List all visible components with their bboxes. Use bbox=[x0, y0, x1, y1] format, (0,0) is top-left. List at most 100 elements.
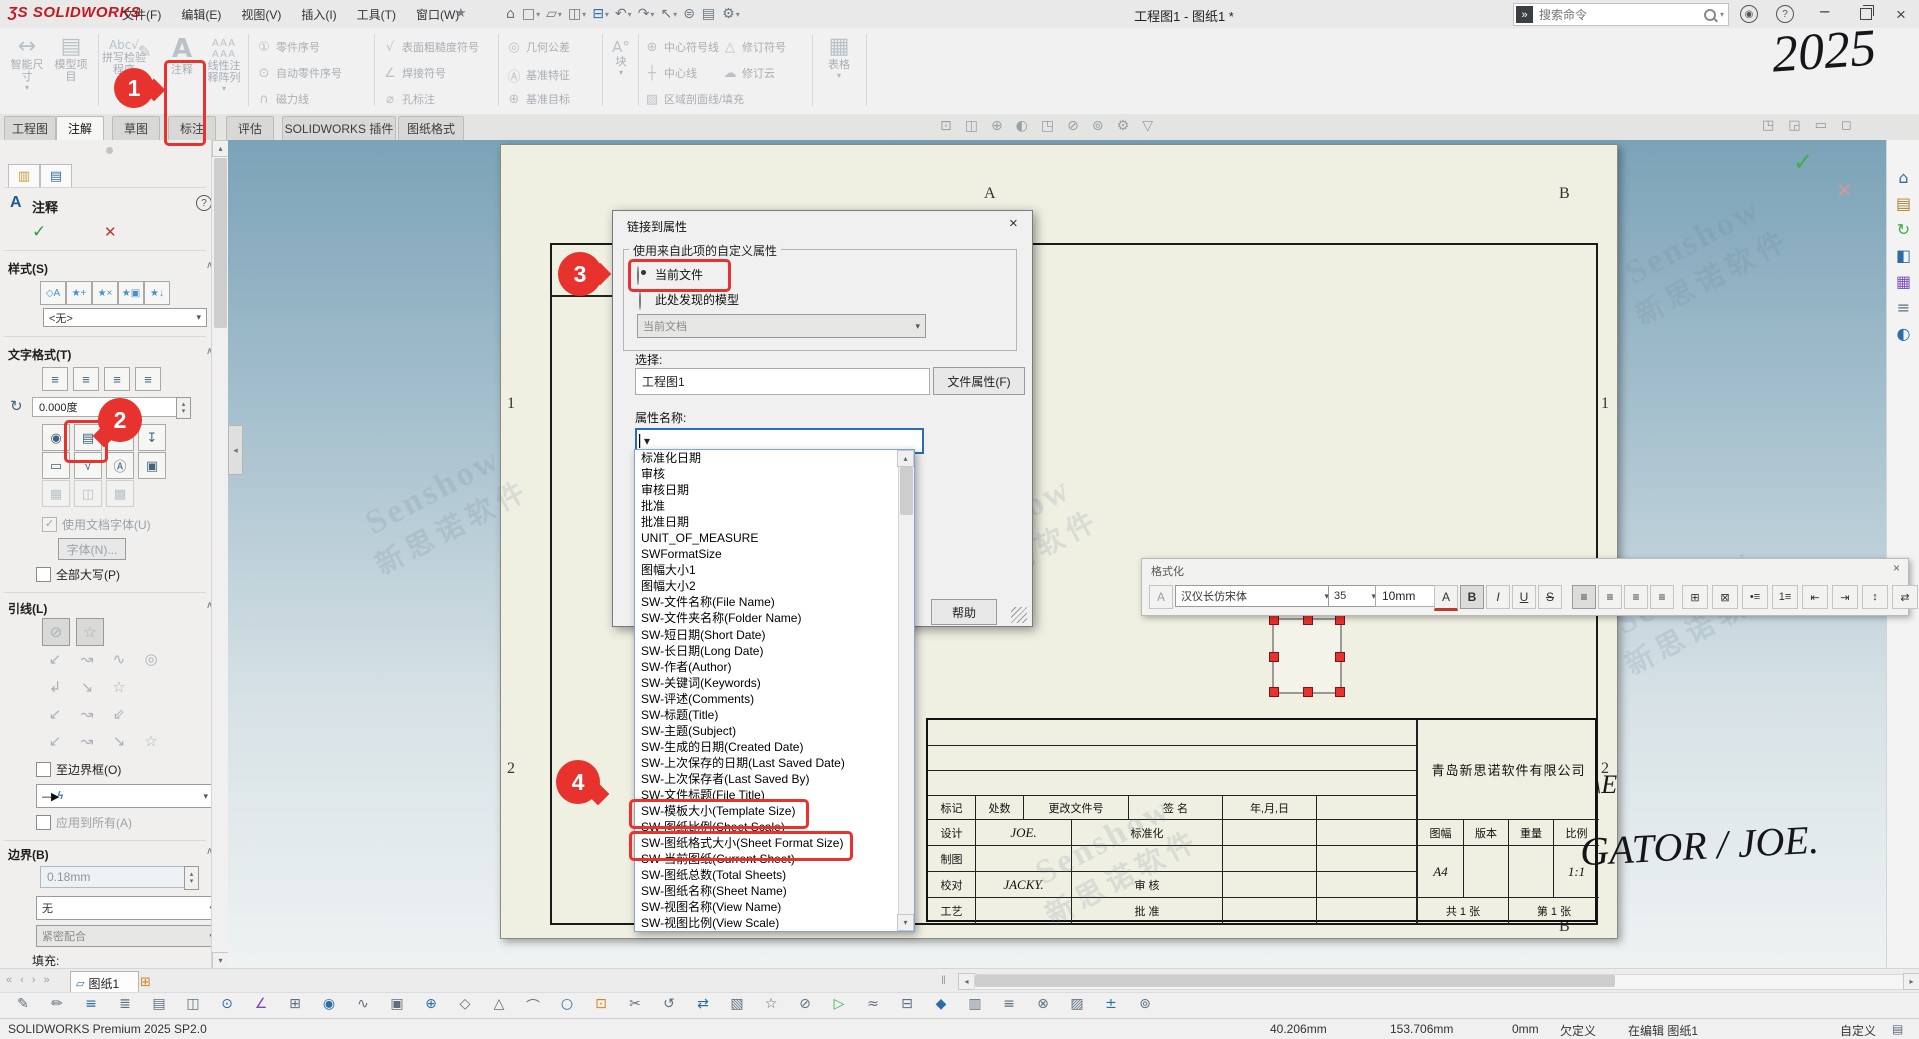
property-list-item[interactable]: SW-上次保存的日期(Last Saved Date) bbox=[635, 755, 899, 771]
font-button[interactable]: 字体(N)... bbox=[58, 538, 126, 560]
toolbar-icon[interactable]: ✏ bbox=[40, 996, 74, 1016]
property-list-item[interactable]: SW-图纸比例(Sheet Scale) bbox=[635, 819, 899, 835]
text-tool-button[interactable]: ↧ bbox=[138, 424, 166, 451]
dialog-close-icon[interactable]: × bbox=[1009, 215, 1018, 232]
toolbar-icon[interactable]: ± bbox=[1094, 996, 1128, 1016]
property-tab[interactable]: ▤ bbox=[40, 164, 72, 187]
toolbar-icon[interactable]: ⊗ bbox=[1026, 996, 1060, 1016]
view-tool-icon[interactable]: ◳ bbox=[1041, 119, 1054, 133]
quick-access-button[interactable]: ↖▾ bbox=[660, 6, 677, 22]
leader-button[interactable]: ⇙ bbox=[106, 705, 132, 723]
tab-annotation[interactable]: 注解 bbox=[56, 116, 104, 140]
leader-section-header[interactable]: 引线(L) bbox=[8, 600, 47, 617]
quick-access-button[interactable]: ↶▾ bbox=[615, 6, 632, 22]
task-pane-icon[interactable]: ⌂ bbox=[1898, 170, 1908, 186]
property-list-item[interactable]: SW-文件名称(File Name) bbox=[635, 594, 899, 610]
text-tool-button[interactable]: ◉ bbox=[42, 424, 70, 451]
property-list-item[interactable]: 标准化日期 bbox=[635, 450, 899, 466]
pm-scrollbar[interactable]: ▴ ▾ bbox=[211, 140, 229, 968]
paragraph-tool-button[interactable]: ⇥ bbox=[1832, 585, 1858, 609]
paragraph-tool-button[interactable]: ⊞ bbox=[1682, 585, 1708, 609]
leader-button[interactable]: ↙ bbox=[42, 705, 68, 723]
note-edit-box[interactable] bbox=[1272, 618, 1342, 694]
feature-tree-tab[interactable]: ▥ bbox=[8, 164, 40, 187]
scroll-up-icon[interactable]: ▴ bbox=[897, 450, 914, 467]
italic-button[interactable]: I bbox=[1486, 585, 1510, 609]
toolbar-icon[interactable]: ☆ bbox=[754, 996, 788, 1016]
leader-button[interactable]: ☆ bbox=[76, 618, 104, 646]
property-list-item[interactable]: SW-标题(Title) bbox=[635, 707, 899, 723]
property-list-item[interactable]: 审核 bbox=[635, 466, 899, 482]
horizontal-scrollbar[interactable] bbox=[974, 974, 1905, 990]
align-left-button[interactable]: ≡ bbox=[1572, 585, 1596, 609]
align-right-button[interactable]: ≡ bbox=[1624, 585, 1648, 609]
property-list-item[interactable]: SW-图纸格式大小(Sheet Format Size) bbox=[635, 835, 899, 851]
toolbar-icon[interactable]: ▤ bbox=[142, 996, 176, 1016]
view-tool-icon[interactable]: ⊕ bbox=[991, 119, 1003, 133]
note-grip[interactable] bbox=[1335, 687, 1345, 697]
quick-access-button[interactable]: ↷▾ bbox=[638, 6, 655, 22]
use-doc-font-checkbox[interactable]: ✓ bbox=[42, 517, 57, 532]
pm-help-icon[interactable]: ? bbox=[196, 195, 212, 211]
confirm-check-icon[interactable]: ✓ bbox=[1793, 148, 1813, 177]
view-tool-icon[interactable]: ⊚ bbox=[1092, 119, 1104, 133]
leader-button[interactable]: ↝ bbox=[74, 650, 100, 668]
scrollbar-thumb[interactable] bbox=[214, 158, 227, 328]
note-grip[interactable] bbox=[1303, 687, 1313, 697]
customize-menu[interactable]: 自定义 bbox=[1840, 1022, 1876, 1039]
border-width-spinner[interactable]: ▴▾ bbox=[184, 866, 199, 890]
property-list-item[interactable]: SW-生成的日期(Created Date) bbox=[635, 739, 899, 755]
property-list-item[interactable]: SW-文件夹名称(Folder Name) bbox=[635, 610, 899, 626]
style-button[interactable]: ★↓ bbox=[144, 281, 170, 305]
hscroll-right-icon[interactable]: ▸ bbox=[1903, 973, 1919, 990]
toolbar-icon[interactable]: ⊘ bbox=[788, 996, 822, 1016]
help-icon[interactable]: ? bbox=[1776, 5, 1794, 23]
underline-button[interactable]: U bbox=[1512, 585, 1536, 609]
note-grip[interactable] bbox=[1335, 615, 1345, 625]
scroll-up-icon[interactable]: ▴ bbox=[212, 140, 229, 157]
weld-symbol-button[interactable]: ∠焊接符号 bbox=[382, 66, 446, 81]
scroll-down-icon[interactable]: ▾ bbox=[897, 914, 914, 931]
leader-button[interactable]: ↘ bbox=[74, 678, 100, 696]
property-list-item[interactable]: SW-视图名称(View Name) bbox=[635, 899, 899, 915]
toolbar-icon[interactable]: ⊡ bbox=[584, 996, 618, 1016]
view-tool-icon[interactable]: ▽ bbox=[1142, 119, 1153, 133]
pane-splitter-grip[interactable]: ‖ bbox=[941, 973, 947, 987]
minimize-button[interactable]: ─ bbox=[1820, 5, 1829, 20]
align-button[interactable]: ≡ bbox=[104, 367, 130, 391]
arrow-style-dropdown[interactable]: —▶ ϟ ▾ bbox=[36, 784, 214, 808]
property-list-item[interactable]: SW-视图比例(View Scale) bbox=[635, 915, 899, 931]
toolbar-icon[interactable]: ◇ bbox=[448, 996, 482, 1016]
task-pane-icon[interactable]: ↻ bbox=[1897, 222, 1910, 238]
toolbar-icon[interactable]: ▧ bbox=[720, 996, 754, 1016]
text-tool-button[interactable]: ◫ bbox=[74, 480, 102, 507]
formatting-close-icon[interactable]: × bbox=[1893, 561, 1900, 575]
center-mark-button[interactable]: ⊕中心符号线 bbox=[644, 40, 719, 55]
property-list-item[interactable]: SW-主题(Subject) bbox=[635, 723, 899, 739]
bold-button[interactable]: B bbox=[1460, 585, 1484, 609]
property-list-item[interactable]: SW-上次保存者(Last Saved By) bbox=[635, 771, 899, 787]
note-grip[interactable] bbox=[1335, 652, 1345, 662]
search-box[interactable]: » ▾ bbox=[1513, 3, 1729, 26]
border-style-dropdown[interactable]: 无▾ bbox=[36, 896, 220, 920]
note-button[interactable]: A注释 bbox=[160, 34, 204, 76]
view-tool-icon[interactable]: ⊘ bbox=[1067, 119, 1079, 133]
note-grip[interactable] bbox=[1303, 615, 1313, 625]
align-button[interactable]: ≡ bbox=[135, 367, 161, 391]
style-button[interactable]: ◇A bbox=[40, 281, 66, 305]
task-pane-icon[interactable]: ▦ bbox=[1896, 274, 1911, 290]
scrollbar-thumb[interactable] bbox=[975, 975, 1615, 987]
font-family-dropdown[interactable]: 汉仪长仿宋体▾ bbox=[1175, 585, 1335, 607]
surface-finish-button[interactable]: √表面粗糙度符号 bbox=[382, 40, 479, 55]
toolbar-icon[interactable]: ▷ bbox=[822, 996, 856, 1016]
search-icon[interactable] bbox=[1704, 9, 1716, 21]
balloon-button[interactable]: ①零件序号 bbox=[256, 40, 320, 55]
sheet-nav-icon[interactable]: ‹ bbox=[20, 974, 24, 986]
scroll-down-icon[interactable]: ▾ bbox=[212, 952, 229, 969]
view-tool-icon[interactable]: ⊡ bbox=[940, 119, 952, 133]
format-painter-icon[interactable]: ✎ bbox=[138, 42, 151, 61]
property-list-item[interactable]: SW-当前图纸(Current Sheet) bbox=[635, 851, 899, 867]
toolbar-icon[interactable]: ◫ bbox=[176, 996, 210, 1016]
property-list-item[interactable]: 批准日期 bbox=[635, 514, 899, 530]
style-section-header[interactable]: 样式(S) bbox=[8, 260, 48, 277]
